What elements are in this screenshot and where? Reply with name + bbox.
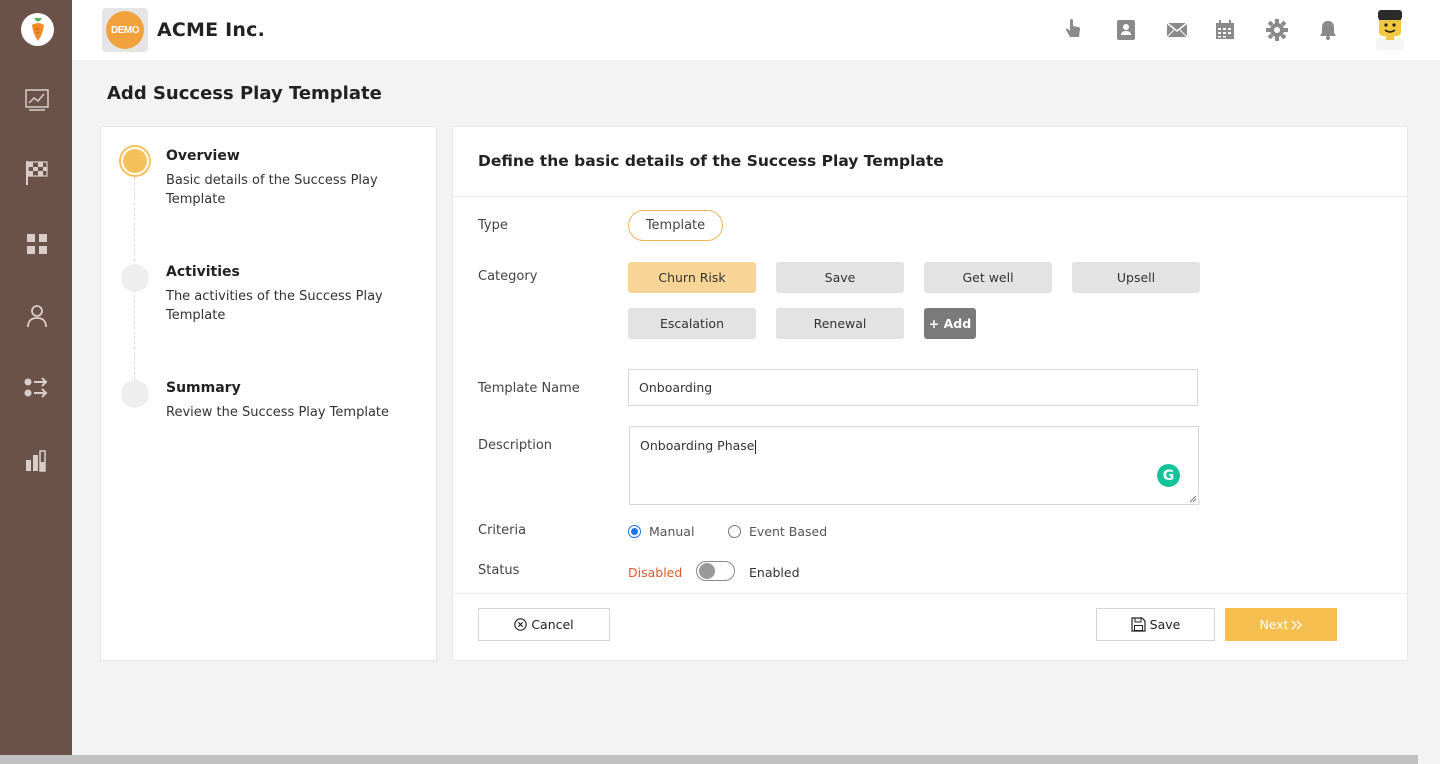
checkered-flag-icon[interactable] bbox=[24, 160, 50, 186]
add-category-button[interactable]: + Add bbox=[924, 308, 976, 339]
cancel-label: Cancel bbox=[531, 617, 574, 632]
company-logo[interactable]: DEMO bbox=[102, 8, 148, 52]
step-description: Basic details of the Success Play Templa… bbox=[166, 173, 378, 207]
category-escalation[interactable]: Escalation bbox=[628, 308, 756, 339]
top-bar: DEMO ACME Inc. bbox=[72, 0, 1440, 60]
step-indicator-summary bbox=[121, 380, 149, 408]
user-avatar[interactable] bbox=[1372, 8, 1408, 50]
step-connector bbox=[134, 290, 135, 380]
analytics-chart-icon[interactable] bbox=[24, 87, 50, 113]
step-summary[interactable]: Summary Review the Success Play Template bbox=[166, 380, 396, 422]
template-name-label: Template Name bbox=[478, 381, 580, 396]
calendar-icon[interactable] bbox=[1214, 19, 1236, 41]
form-header: Define the basic details of the Success … bbox=[453, 127, 1407, 197]
company-name: ACME Inc. bbox=[157, 19, 266, 41]
step-activities[interactable]: Activities The activities of the Success… bbox=[166, 264, 396, 325]
category-save[interactable]: Save bbox=[776, 262, 904, 293]
next-button[interactable]: Next bbox=[1225, 608, 1337, 641]
category-get-well[interactable]: Get well bbox=[924, 262, 1052, 293]
step-title: Summary bbox=[166, 380, 241, 396]
category-churn-risk[interactable]: Churn Risk bbox=[628, 262, 756, 293]
grammarly-icon[interactable]: G bbox=[1157, 464, 1180, 487]
status-label: Status bbox=[478, 563, 520, 578]
touch-pointer-icon[interactable] bbox=[1062, 19, 1084, 41]
double-chevron-right-icon bbox=[1291, 620, 1302, 629]
save-label: Save bbox=[1149, 617, 1181, 632]
step-description: The activities of the Success Play Templ… bbox=[166, 289, 383, 323]
radio-label: Event Based bbox=[749, 524, 828, 539]
page-title: Add Success Play Template bbox=[107, 83, 382, 104]
sidebar bbox=[0, 0, 72, 764]
step-indicator-activities bbox=[121, 264, 149, 292]
radio-checked-icon bbox=[628, 525, 641, 538]
horizontal-scrollbar[interactable] bbox=[0, 755, 1418, 764]
status-enabled-label: Enabled bbox=[749, 565, 800, 580]
type-template-pill[interactable]: Template bbox=[628, 210, 723, 241]
cancel-circle-icon bbox=[514, 618, 528, 631]
text-caret bbox=[755, 439, 757, 454]
dashboard-grid-icon[interactable] bbox=[24, 231, 50, 257]
radio-unchecked-icon bbox=[728, 525, 741, 538]
criteria-manual-radio[interactable]: Manual bbox=[628, 524, 694, 539]
cancel-button[interactable]: Cancel bbox=[478, 608, 610, 641]
resize-grip-icon[interactable] bbox=[1189, 495, 1197, 503]
description-label: Description bbox=[478, 438, 553, 453]
step-description: Review the Success Play Template bbox=[166, 405, 390, 420]
template-name-input[interactable]: Onboarding bbox=[628, 369, 1198, 406]
category-label: Category bbox=[478, 269, 538, 284]
step-overview[interactable]: Overview Basic details of the Success Pl… bbox=[166, 148, 396, 209]
bar-chart-icon[interactable] bbox=[24, 448, 50, 474]
step-title: Overview bbox=[166, 148, 240, 164]
step-title: Activities bbox=[166, 264, 240, 280]
gear-icon[interactable] bbox=[1266, 19, 1288, 41]
step-connector bbox=[134, 177, 135, 267]
form-panel: Define the basic details of the Success … bbox=[452, 126, 1408, 661]
status-toggle[interactable] bbox=[696, 561, 735, 581]
type-label: Type bbox=[478, 218, 508, 233]
mail-icon[interactable] bbox=[1166, 19, 1188, 41]
workflow-icon[interactable] bbox=[24, 375, 50, 401]
status-disabled-label: Disabled bbox=[628, 565, 683, 580]
step-indicator-overview bbox=[121, 147, 149, 175]
stepper-panel: Overview Basic details of the Success Pl… bbox=[100, 126, 437, 661]
criteria-event-based-radio[interactable]: Event Based bbox=[728, 524, 827, 539]
save-button[interactable]: Save bbox=[1096, 608, 1215, 641]
floppy-disk-icon bbox=[1131, 617, 1146, 632]
category-upsell[interactable]: Upsell bbox=[1072, 262, 1200, 293]
description-value: Onboarding Phase bbox=[640, 438, 755, 453]
contacts-book-icon[interactable] bbox=[1115, 19, 1137, 41]
carrot-logo-icon[interactable] bbox=[21, 13, 54, 46]
form-heading: Define the basic details of the Success … bbox=[478, 152, 944, 170]
toggle-knob bbox=[699, 563, 715, 579]
description-textarea[interactable]: Onboarding Phase G bbox=[629, 426, 1199, 505]
footer-divider bbox=[453, 593, 1407, 594]
template-name-value: Onboarding bbox=[639, 380, 713, 395]
next-label: Next bbox=[1259, 617, 1289, 632]
user-icon[interactable] bbox=[24, 303, 50, 329]
demo-badge: DEMO bbox=[106, 11, 144, 49]
bell-icon[interactable] bbox=[1317, 19, 1339, 41]
category-renewal[interactable]: Renewal bbox=[776, 308, 904, 339]
criteria-label: Criteria bbox=[478, 523, 527, 538]
radio-label: Manual bbox=[649, 524, 695, 539]
